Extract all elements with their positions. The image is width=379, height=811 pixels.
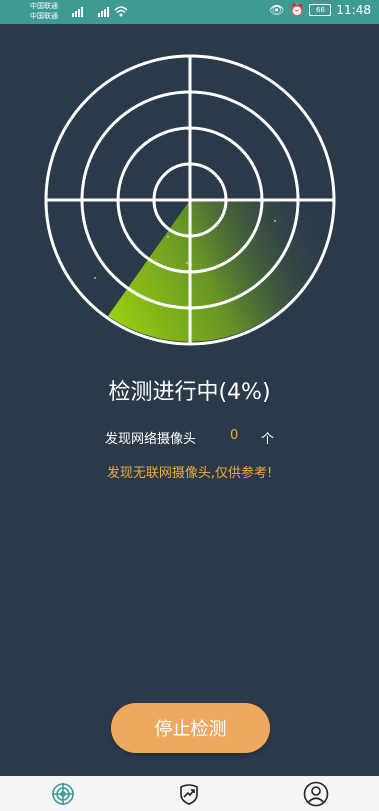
signal-icon [72,7,83,17]
eye-icon: 👁 [269,3,285,17]
shield-trend-icon [180,783,199,805]
nav-item-scan[interactable] [0,776,126,811]
bottom-nav [0,776,379,811]
radar-grid [44,54,336,346]
wifi-icon [114,6,128,17]
carrier-1: 中国联通 [30,2,58,10]
found-cameras-count: 0 [230,428,239,443]
found-cameras-unit: 个 [261,432,275,447]
nav-item-security[interactable] [126,776,252,811]
alarm-icon: ⏰ [289,3,305,17]
scan-notice: 发现无联网摄像头,仅供参考! [106,466,273,481]
battery-icon: 66 [309,4,332,16]
stop-scan-button[interactable]: 停止检测 [111,703,270,753]
radar-sweep [108,200,334,342]
status-bar: 中国联通 中国联通 👁 ⏰ 66 11:48 [0,0,379,24]
radar-scan-icon [52,782,75,805]
carrier-labels: 中国联通 中国联通 [30,1,58,21]
clock-time: 11:48 [336,3,371,17]
signal-icon-2 [98,7,109,17]
found-cameras-label: 发现网络摄像头 [105,432,197,447]
user-profile-icon [303,781,329,806]
status-right: 👁 ⏰ 66 11:48 [269,3,371,17]
scan-progress-title: 检测进行中(4%) [108,380,271,405]
radar-scanner [44,54,336,346]
carrier-2: 中国联通 [30,12,58,20]
nav-item-profile[interactable] [253,776,379,811]
